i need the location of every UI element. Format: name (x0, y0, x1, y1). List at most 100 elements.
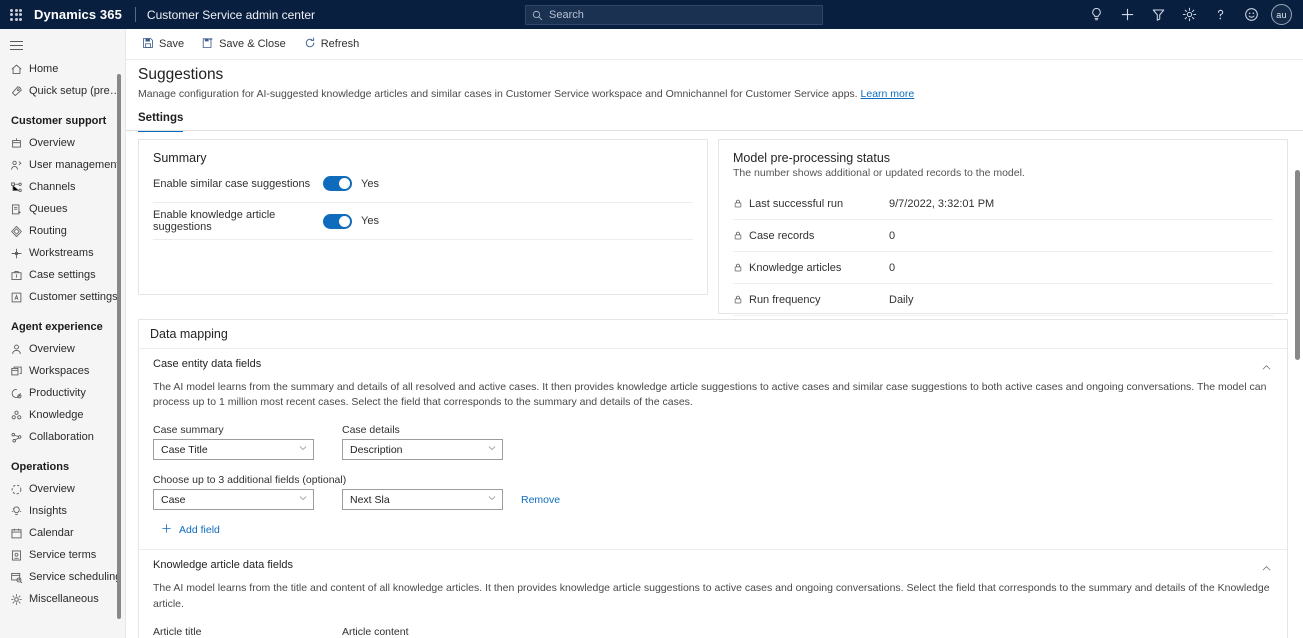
sidebar-item-home[interactable]: Home (0, 58, 125, 80)
data-mapping-card: Data mapping Case entity data fields The… (138, 319, 1288, 638)
sidebar-group-title: Customer support (0, 102, 125, 132)
model-status-row: Knowledge articles0 (733, 252, 1273, 284)
page-subtitle-text: Manage configuration for AI-suggested kn… (138, 88, 858, 100)
sidebar-item-miscellaneous[interactable]: Miscellaneous (0, 588, 125, 610)
additional-entity-value: Case (161, 494, 186, 506)
sidebar-item-routing[interactable]: Routing (0, 220, 125, 242)
summary-toggle-switch[interactable] (323, 176, 352, 191)
sidebar-item-channels[interactable]: Channels (0, 176, 125, 198)
summary-rows: Enable similar case suggestionsYesEnable… (153, 165, 693, 240)
main-content: Suggestions Manage configuration for AI-… (126, 60, 1303, 638)
app-name-label: Customer Service admin center (147, 8, 315, 22)
case-summary-dropdown[interactable]: Case Title (153, 439, 314, 460)
sidebar-item-service-scheduling[interactable]: Service scheduling (0, 566, 125, 588)
sidebar-item-workspaces[interactable]: Workspaces (0, 360, 125, 382)
sidebar-item-user-management[interactable]: User management (0, 154, 125, 176)
sidebar-item-label: Productivity (29, 387, 86, 399)
sidebar-item-customer-settings[interactable]: Customer settings (0, 286, 125, 308)
case-entity-section-description: The AI model learns from the summary and… (153, 380, 1273, 410)
chevron-down-icon (298, 493, 308, 506)
case-details-dropdown[interactable]: Description (342, 439, 503, 460)
summary-toggle-row: Enable similar case suggestionsYes (153, 165, 693, 202)
lock-icon (733, 294, 749, 305)
sidebar-scrollbar[interactable] (117, 74, 121, 619)
chevron-up-icon[interactable] (1257, 358, 1275, 376)
knowledge-article-section-description: The AI model learns from the title and c… (153, 581, 1273, 611)
add-field-button[interactable]: Add field (161, 521, 1273, 539)
sidebar-item-productivity[interactable]: Productivity (0, 382, 125, 404)
model-status-key: Case records (749, 230, 889, 242)
sidebar-item-service-terms[interactable]: Service terms (0, 544, 125, 566)
calendar-icon (10, 527, 29, 540)
sidebar-item-insights[interactable]: Insights (0, 500, 125, 522)
case-summary-field: Case summary Case Title (153, 424, 314, 460)
sidebar-item-label: Home (29, 63, 58, 75)
plus-icon (161, 521, 172, 539)
additional-entity-dropdown[interactable]: Case (153, 489, 314, 510)
summary-toggle-switch[interactable] (323, 214, 352, 229)
sidebar-item-calendar[interactable]: Calendar (0, 522, 125, 544)
insights-icon (10, 505, 29, 518)
lock-icon (733, 198, 749, 209)
model-status-value: 0 (889, 262, 895, 274)
model-status-value: 9/7/2022, 3:32:01 PM (889, 198, 994, 210)
save-and-close-button-label: Save & Close (219, 38, 286, 50)
learn-more-link[interactable]: Learn more (861, 88, 915, 100)
model-status-rows: Last successful run9/7/2022, 3:32:01 PM C… (733, 188, 1273, 316)
filter-icon[interactable] (1143, 0, 1174, 29)
lock-icon (733, 230, 749, 241)
hamburger-menu-icon[interactable] (0, 32, 40, 58)
sidebar-item-label: Customer settings (29, 291, 118, 303)
sidebar-item-case-settings[interactable]: Case settings (0, 264, 125, 286)
model-status-value: Daily (889, 294, 913, 306)
save-button[interactable]: Save (134, 30, 192, 59)
model-status-key: Run frequency (749, 294, 889, 306)
save-and-close-button[interactable]: Save & Close (194, 30, 294, 59)
sidebar-item-collaboration[interactable]: Collaboration (0, 426, 125, 448)
app-launcher-icon[interactable] (0, 0, 32, 29)
sidebar-item-quick-setup-previ[interactable]: Quick setup (previ... (0, 80, 125, 102)
sidebar-item-label: Routing (29, 225, 67, 237)
lock-icon (733, 262, 749, 273)
sidebar-item-workstreams[interactable]: Workstreams (0, 242, 125, 264)
tab-underline-rule (126, 130, 1303, 131)
remove-field-button[interactable]: Remove (521, 494, 560, 506)
top-navigation-bar: Dynamics 365 Customer Service admin cent… (0, 0, 1303, 29)
refresh-button[interactable]: Refresh (296, 30, 368, 59)
command-bar: Save Save & Close Refresh (126, 29, 1303, 60)
summary-toggle-label: Enable similar case suggestions (153, 178, 323, 190)
tab-settings[interactable]: Settings (138, 112, 183, 132)
global-search[interactable] (525, 5, 823, 25)
question-icon[interactable] (1205, 0, 1236, 29)
sidebar-item-overview[interactable]: Overview (0, 338, 125, 360)
chevron-up-icon[interactable] (1257, 559, 1275, 577)
plus-icon[interactable] (1112, 0, 1143, 29)
sidebar-item-overview[interactable]: Overview (0, 478, 125, 500)
brand-title[interactable]: Dynamics 365 (34, 7, 122, 22)
sidebar-item-label: Service scheduling (29, 571, 121, 583)
model-status-row: Case records0 (733, 220, 1273, 252)
smiley-icon[interactable] (1236, 0, 1267, 29)
page-title: Suggestions (126, 60, 1303, 84)
lightbulb-icon[interactable] (1081, 0, 1112, 29)
gear-icon[interactable] (1174, 0, 1205, 29)
service-scheduling-icon (10, 571, 29, 584)
top-bar-actions: au (1081, 0, 1299, 29)
add-field-label: Add field (179, 524, 220, 536)
summary-card: Summary Enable similar case suggestionsY… (138, 139, 708, 295)
sidebar-item-label: Service terms (29, 549, 96, 561)
model-status-key: Last successful run (749, 198, 889, 210)
sidebar-item-queues[interactable]: Queues (0, 198, 125, 220)
sidebar-item-knowledge[interactable]: Knowledge (0, 404, 125, 426)
avatar[interactable]: au (1271, 4, 1292, 25)
model-status-value: 0 (889, 230, 895, 242)
article-content-field: Article content (342, 626, 503, 638)
additional-field-dropdown[interactable]: Next Sla (342, 489, 503, 510)
search-input[interactable] (549, 9, 816, 21)
sidebar-item-overview[interactable]: Overview (0, 132, 125, 154)
sidebar-group-title: Operations (0, 448, 125, 478)
sidebar-group-title: Agent experience (0, 308, 125, 338)
summary-title: Summary (153, 151, 693, 165)
main-scrollbar[interactable] (1295, 170, 1300, 360)
sidebar-item-label: Workspaces (29, 365, 89, 377)
